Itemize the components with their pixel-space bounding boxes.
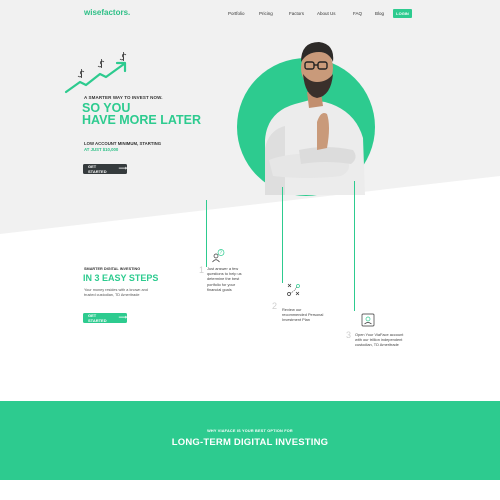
nav-item-about-us[interactable]: About Us (317, 11, 336, 16)
step-3-text: Open Your ViaFace account with our trill… (355, 332, 403, 348)
minimum-value: AT JUST $10,000 (84, 147, 119, 152)
steps-title: IN 3 EASY STEPS (83, 273, 159, 283)
step-2-text: Review our recommended Personal Investme… (282, 307, 323, 323)
steps-desc-line-2: trusted custodian, TD Ameritrade (84, 293, 140, 297)
account-card-icon (361, 313, 375, 327)
person-question-icon: ? (212, 249, 225, 263)
hero-get-started-button[interactable]: GET STARTED ⟶ (83, 164, 127, 174)
band-title: LONG-TERM DIGITAL INVESTING (171, 437, 329, 448)
steps-get-started-button[interactable]: GET STARTED ⟶ (83, 313, 127, 323)
minimum-label: LOW ACCOUNT MINIMUM, STARTING (84, 141, 162, 146)
steps-description: Your money resides with a known and trus… (84, 288, 164, 298)
steps-label: SMARTER DIGITAL INVESTING (84, 267, 141, 271)
arrow-right-icon: ⟶ (118, 315, 127, 321)
step-1-number: 1 (199, 265, 205, 275)
hero-tagline: A SMARTER WAY TO INVEST NOW. (84, 95, 163, 100)
nav-item-pricing[interactable]: Pricing (259, 11, 273, 16)
step-1-line-3: determine the best (207, 276, 240, 282)
step-2-line-3: Investment Plan (282, 317, 310, 323)
nav-item-faq[interactable]: FAQ (353, 11, 362, 16)
step-1-line-5: financial goals (207, 286, 232, 292)
step-2-line (282, 187, 283, 283)
arrow-right-icon: ⟶ (118, 166, 127, 172)
login-button[interactable]: LOGIN (393, 9, 412, 18)
brand-logo[interactable]: wisefactors. (84, 8, 130, 17)
step-3-line (354, 181, 355, 311)
step-3-number: 3 (346, 330, 352, 340)
step-2-number: 2 (272, 301, 278, 311)
hero-headline: SO YOU HAVE MORE LATER (82, 102, 201, 127)
step-3-line-3: custodian, TD Ameritrade (355, 342, 399, 348)
growth-arrows-icon (64, 52, 127, 94)
landing-page: wisefactors. Portfolio Pricing Factors A… (0, 0, 500, 500)
strategy-icon (287, 283, 300, 296)
step-1-line (206, 200, 207, 267)
svg-text:?: ? (220, 250, 222, 255)
headline-line-2: HAVE MORE LATER (82, 113, 201, 127)
thinking-man-image (265, 42, 365, 195)
nav-item-portfolio[interactable]: Portfolio (228, 11, 245, 16)
band-subtitle: WHY VIAFACE IS YOUR BEST OPTION FOR (207, 429, 293, 433)
steps-cta-label: GET STARTED (88, 313, 107, 323)
hero-cta-label: GET STARTED (88, 164, 107, 174)
step-1-text: Just answer a few questions to help us d… (207, 266, 242, 292)
nav-item-factors[interactable]: Factors (289, 11, 304, 16)
nav-item-blog[interactable]: Blog (375, 11, 384, 16)
